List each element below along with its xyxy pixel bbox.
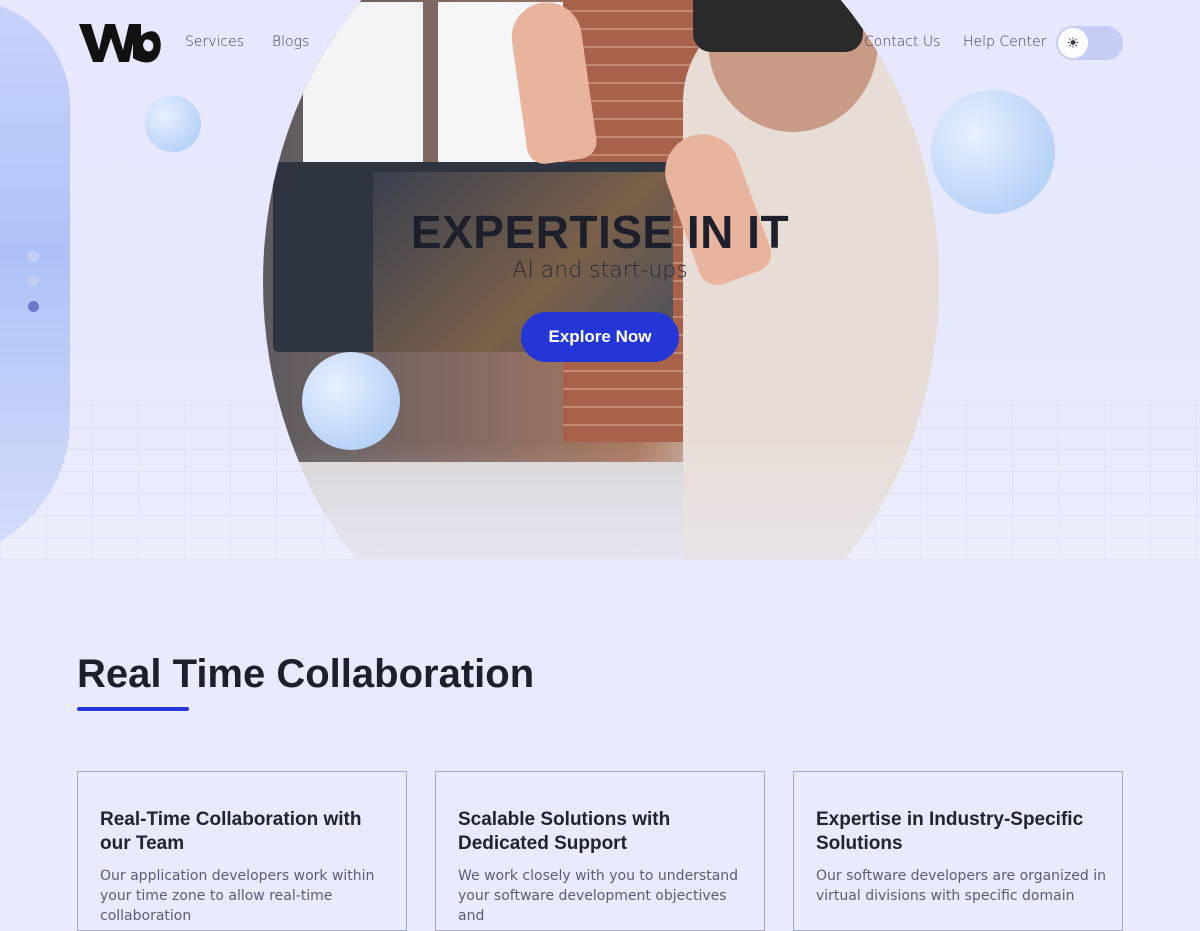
section-title-underline [77, 707, 189, 711]
feature-card: Scalable Solutions with Dedicated Suppor… [435, 771, 765, 931]
card-text: Our software developers are organized in… [816, 868, 1106, 904]
section-title: Real Time Collaboration [77, 652, 535, 696]
card-title: Real-Time Collaboration with our Team [100, 809, 362, 854]
explore-now-button[interactable]: Explore Now [521, 312, 679, 362]
hero-section: EXPERTISE IN IT AI and start-ups Explore… [0, 0, 1200, 560]
nav-link-blogs[interactable]: Blogs [272, 34, 309, 50]
bubble-decoration [302, 352, 400, 450]
hero-subtitle: AI and start-ups [512, 258, 688, 283]
card-text: Our application developers work within y… [100, 868, 375, 924]
nav-link-contact-us[interactable]: Contact Us [864, 34, 940, 50]
bubble-decoration [145, 96, 201, 152]
nav-link-help-center[interactable]: Help Center [963, 34, 1047, 50]
card-text: We work closely with you to understand y… [458, 868, 739, 924]
card-title: Scalable Solutions with Dedicated Suppor… [458, 809, 671, 854]
wb-logo[interactable] [77, 20, 163, 66]
slider-dot-3-active[interactable] [28, 301, 39, 312]
theme-toggle[interactable]: ☀ [1056, 26, 1123, 60]
feature-card: Real-Time Collaboration with our Team Ou… [77, 771, 407, 931]
sun-icon: ☀ [1058, 28, 1088, 58]
feature-card: Expertise in Industry-Specific Solutions… [793, 771, 1123, 931]
nav-link-services[interactable]: Services [185, 34, 244, 50]
vr-headset [693, 0, 863, 52]
hero-title: EXPERTISE IN IT [410, 206, 790, 258]
bubble-decoration [931, 90, 1055, 214]
card-title: Expertise in Industry-Specific Solutions [816, 809, 1084, 854]
